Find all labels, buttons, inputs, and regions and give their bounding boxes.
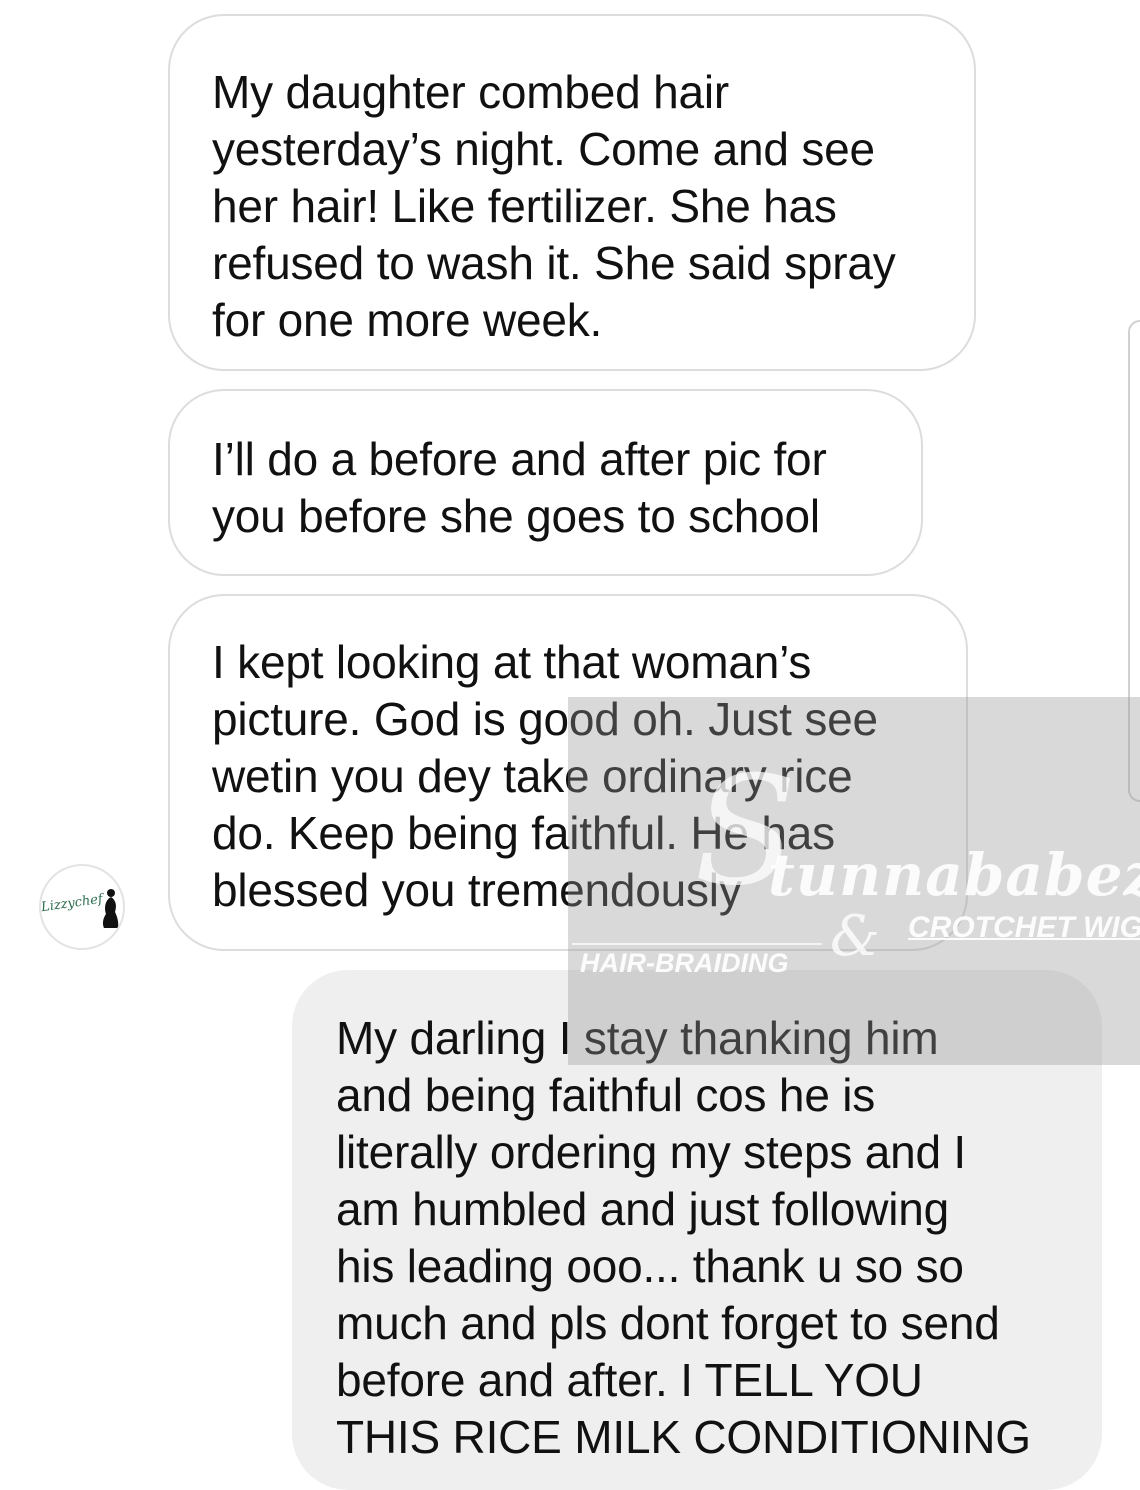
message-line: I kept looking at that woman’s: [212, 636, 812, 688]
message-line: you before she goes to school: [212, 490, 820, 542]
watermark-divider: [572, 943, 822, 945]
message-line: yesterday’s night. Come and see: [212, 123, 875, 175]
message-line: his leading ooo... thank u so so: [336, 1240, 964, 1292]
message-line: My daughter combed hair: [212, 66, 730, 118]
watermark-brand: tunnababez: [768, 841, 1140, 909]
message-line: for one more week.: [212, 294, 603, 346]
message-line: THIS RICE MILK CONDITIONING: [336, 1411, 1031, 1463]
watermark-overlay: S tunnababez & CROTCHET WIG HAIR-BRAIDIN…: [568, 697, 1140, 1065]
message-line: before and after. I TELL YOU: [336, 1354, 923, 1406]
message-line: I’ll do a before and after pic for: [212, 433, 827, 485]
watermark-crotchet-text: CROTCHET WIG: [908, 911, 1140, 944]
message-bubble-incoming-2[interactable]: I’ll do a before and after pic for you b…: [168, 389, 923, 576]
message-line: refused to wash it. She said spray: [212, 237, 896, 289]
message-line: her hair! Like fertilizer. She has: [212, 180, 837, 232]
watermark-ampersand: &: [830, 904, 880, 969]
message-line: and being faithful cos he is: [336, 1069, 876, 1121]
watermark-hair-text: HAIR-BRAIDING: [580, 948, 789, 978]
message-line: am humbled and just following: [336, 1183, 949, 1235]
message-line: much and pls dont forget to send: [336, 1297, 1000, 1349]
message-line: literally ordering my steps and I: [336, 1126, 967, 1178]
avatar-logo-text: Lizzychef: [40, 891, 104, 916]
woman-silhouette-icon: [102, 889, 119, 928]
message-bubble-incoming-1[interactable]: My daughter combed hair yesterday’s nigh…: [168, 14, 976, 371]
sender-avatar[interactable]: Lizzychef: [39, 864, 125, 950]
